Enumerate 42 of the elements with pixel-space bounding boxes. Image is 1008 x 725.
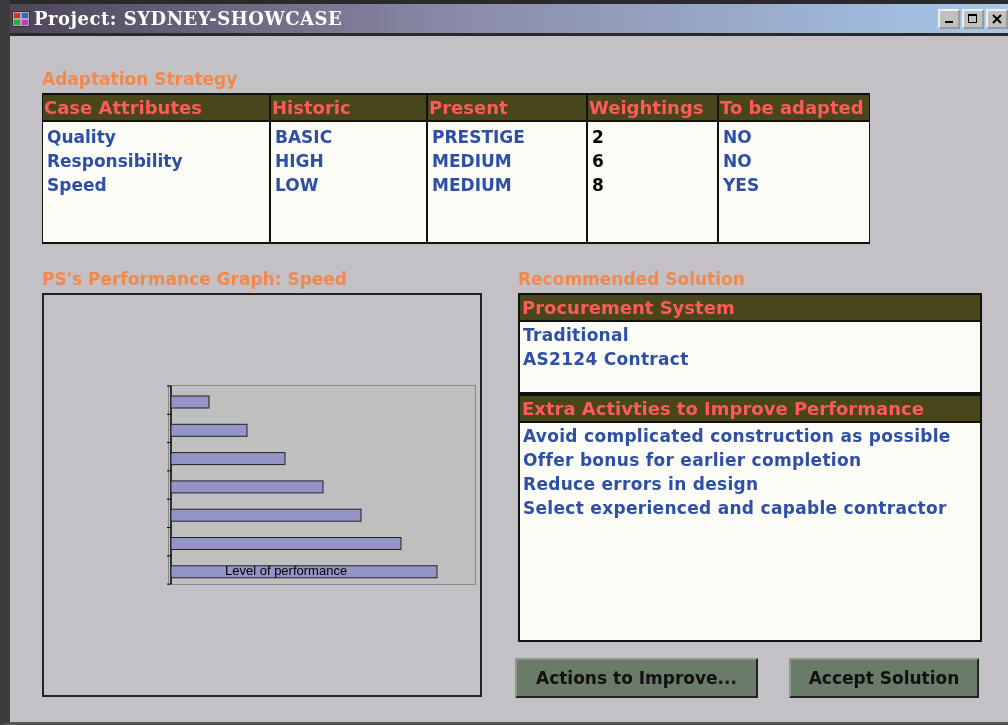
- bar: [170, 395, 210, 409]
- bar-label: Level of performance: [225, 563, 348, 578]
- table-cell-text: MEDIUM: [432, 174, 513, 197]
- list-item: Traditional: [523, 324, 630, 347]
- table-cell-text: NO: [723, 126, 753, 149]
- table-cell-text: Speed: [47, 174, 108, 197]
- accept-button[interactable]: Accept Solution: [789, 658, 979, 698]
- window-title: Project: SYDNEY-SHOWCASE: [34, 8, 344, 29]
- section-title: Recommended Solution: [518, 269, 746, 291]
- maximize-icon: [968, 13, 978, 24]
- column-header: Present: [427, 93, 587, 122]
- section-title: Adaptation Strategy: [42, 69, 239, 91]
- table-cell-text: YES: [723, 174, 761, 197]
- column-header: Historic: [270, 93, 427, 122]
- section-title: PS's Performance Graph: Speed: [42, 269, 349, 291]
- table-cell-text: Responsibility: [47, 150, 184, 173]
- table-cell-text: MEDIUM: [432, 150, 513, 173]
- list-item: Offer bonus for earlier completion: [523, 449, 863, 472]
- table-cell-text: BASIC: [275, 126, 334, 149]
- actions-button[interactable]: Actions to Improve...: [515, 658, 758, 698]
- table-cell-text: NO: [723, 150, 753, 173]
- table-cell-text: Quality: [47, 126, 117, 149]
- column-header: Weightings: [587, 93, 718, 122]
- list-item: Avoid complicated construction as possible: [523, 425, 952, 448]
- table-cell-text: 6: [592, 150, 605, 173]
- list-item: Select experienced and capable contractor: [523, 497, 948, 520]
- list-item: AS2124 Contract: [523, 348, 690, 371]
- table-cell-text: HIGH: [275, 150, 325, 173]
- list-item: Reduce errors in design: [523, 473, 760, 496]
- section-header: Extra Activties to Improve Performance: [518, 394, 982, 423]
- close-icon: [992, 13, 1002, 24]
- close-button[interactable]: [986, 8, 1008, 29]
- table-cell-text: PRESTIGE: [432, 126, 526, 149]
- minimize-icon: [945, 21, 953, 23]
- table-cell-text: LOW: [275, 174, 320, 197]
- table-cell-text: 8: [592, 174, 605, 197]
- minimize-button[interactable]: [938, 8, 960, 29]
- column-header: Case Attributes: [42, 93, 270, 122]
- table-cell-text: 2: [592, 126, 605, 149]
- column-header: To be adapted: [718, 93, 870, 122]
- maximize-button[interactable]: [962, 8, 984, 29]
- section-header: Procurement System: [518, 293, 982, 322]
